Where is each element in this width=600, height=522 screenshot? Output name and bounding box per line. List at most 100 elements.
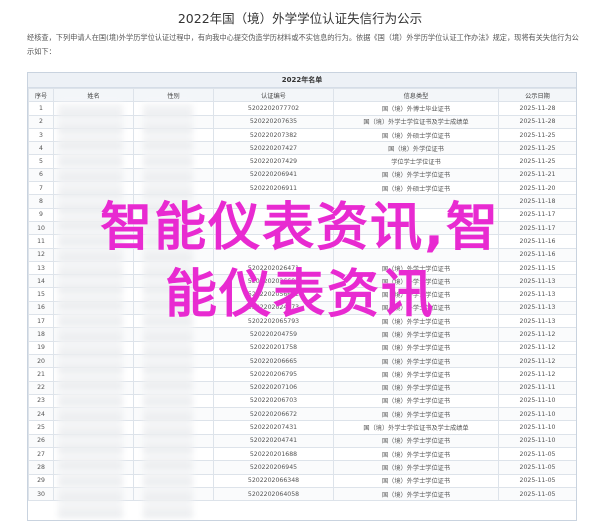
cell-cert-number: 520220206941 (213, 167, 334, 183)
cell-name (53, 367, 134, 382)
table-row: 22 520220207106 国（境）外学士学位证书 2025-11-11 (28, 380, 576, 395)
cell-name (53, 114, 134, 129)
cell-gender (133, 420, 214, 435)
cell-name (53, 101, 134, 116)
cell-index: 6 (28, 167, 54, 183)
cell-cert-number: 520220207635 (213, 114, 334, 129)
cell-notice-date: 2025-11-12 (498, 367, 576, 382)
cell-index: 3 (28, 127, 54, 143)
cell-info-type: 国（境）外学士学位证书及学士成绩单 (333, 420, 499, 435)
header-notice-date: 公示日期 (498, 87, 576, 103)
cell-index: 18 (28, 327, 54, 342)
cell-name (53, 327, 134, 342)
cell-notice-date: 2025-11-25 (498, 141, 576, 156)
cell-index: 30 (28, 486, 54, 502)
cell-cert-number: 520220206911 (213, 181, 334, 196)
watermark-line-2: 能仪表资讯 (164, 265, 435, 325)
cell-index: 23 (28, 393, 54, 409)
cell-gender (133, 101, 214, 116)
cell-index: 7 (28, 181, 54, 196)
page-title: 2022年国（境）外学学位认证失信行为公示 (177, 11, 423, 26)
cell-cert-number: 5202202077702 (213, 101, 334, 116)
table-row: 29 5202202066348 国（境）外学士学位证书 2025-11-05 (28, 473, 576, 488)
cell-cert-number: 520220206703 (213, 393, 334, 409)
cell-notice-date: 2025-11-20 (498, 181, 576, 196)
table-row: 7 520220206911 国（境）外硕士学位证书 2025-11-20 (28, 181, 576, 196)
intro-paragraph: 经核查，下列申请人在国(境)外学历学位认证过程中，有向我中心提交伪造学历材料或不… (27, 33, 579, 56)
cell-gender (133, 353, 214, 369)
cell-info-type: 国（境）外学士学位证书 (333, 167, 499, 183)
table-row: 26 520220204741 国（境）外学士学位证书 2025-11-10 (28, 433, 576, 449)
cell-info-type: 国（境）外学士学位证书 (333, 486, 499, 502)
table-row: 2 520220207635 国（境）外学士学位证书及学士成绩单 2025-11-28 (28, 114, 576, 129)
cell-notice-date: 2025-11-12 (498, 353, 576, 369)
cell-info-type: 国（境）外学士学位证书及学士成绩单 (333, 114, 499, 129)
cell-info-type: 国（境）外硕士学位证书 (333, 181, 499, 196)
cell-info-type: 国（境）外学士学位证书 (333, 433, 499, 449)
cell-gender (133, 141, 214, 156)
cell-index: 24 (28, 407, 54, 422)
cell-info-type: 国（境）外学士学位证书 (333, 407, 499, 422)
cell-name (53, 353, 134, 369)
header-gender: 性别 (133, 87, 214, 103)
cell-index: 2 (28, 114, 54, 129)
cell-cert-number: 520220207431 (213, 420, 334, 435)
cell-notice-date: 2025-11-28 (498, 101, 576, 116)
cell-cert-number: 5202202066348 (213, 473, 334, 488)
cell-notice-date: 2025-11-12 (498, 340, 576, 355)
header-name: 姓名 (53, 87, 134, 103)
table-row: 20 520220206665 国（境）外学士学位证书 2025-11-12 (28, 353, 576, 369)
header-info-type: 信息类型 (333, 87, 499, 103)
cell-gender (133, 447, 214, 462)
cell-name (53, 393, 134, 409)
cell-notice-date: 2025-11-10 (498, 407, 576, 422)
cell-gender (133, 393, 214, 409)
watermark-line-1: 智能仪表资讯,智 (100, 198, 500, 258)
cell-info-type: 国（境）外学士学位证书 (333, 380, 499, 395)
table-title: 2022年名单 (28, 73, 576, 88)
cell-name (53, 447, 134, 462)
cell-notice-date: 2025-11-05 (498, 447, 576, 462)
cell-info-type: 国（境）外学士学位证书 (333, 353, 499, 369)
cell-gender (133, 114, 214, 129)
cell-info-type: 国（境）外学士学位证书 (333, 367, 499, 382)
cell-info-type: 国（境）外学士学位证书 (333, 447, 499, 462)
cell-info-type: 国（境）外学士学位证书 (333, 460, 499, 475)
cell-gender (133, 473, 214, 488)
cell-gender (133, 167, 214, 183)
cell-cert-number: 520220206945 (213, 460, 334, 475)
cell-name (53, 127, 134, 143)
cell-gender (133, 433, 214, 449)
cell-gender (133, 340, 214, 355)
table-row: 1 5202202077702 国（境）外博士毕业证书 2025-11-28 (28, 101, 576, 116)
cell-cert-number: 520220204759 (213, 327, 334, 342)
cell-notice-date: 2025-11-10 (498, 433, 576, 449)
header-cert-number: 认证编号 (213, 87, 334, 103)
cell-cert-number: 520220206665 (213, 353, 334, 369)
table-header-row: 序号 姓名 性别 认证编号 信息类型 公示日期 (28, 87, 576, 103)
cell-index: 4 (28, 141, 54, 156)
cell-notice-date: 2025-11-05 (498, 473, 576, 488)
cell-notice-date: 2025-11-05 (498, 460, 576, 475)
cell-info-type: 国（境）外学士学位证书 (333, 340, 499, 355)
cell-notice-date: 2025-11-05 (498, 486, 576, 502)
cell-cert-number: 520220207106 (213, 380, 334, 395)
cell-cert-number: 520220207382 (213, 127, 334, 143)
cell-name (53, 460, 134, 475)
cell-info-type: 国（境）外学士学位证书 (333, 327, 499, 342)
cell-gender (133, 407, 214, 422)
cell-gender (133, 181, 214, 196)
table-row: 19 520220201758 国（境）外学士学位证书 2025-11-12 (28, 340, 576, 355)
cell-info-type: 国（境）外博士毕业证书 (333, 101, 499, 116)
cell-name (53, 433, 134, 449)
cell-notice-date: 2025-11-11 (498, 380, 576, 395)
cell-cert-number: 520220201758 (213, 340, 334, 355)
cell-index: 19 (28, 340, 54, 355)
table-row: 24 520220206672 国（境）外学士学位证书 2025-11-10 (28, 407, 576, 422)
cell-index: 20 (28, 353, 54, 369)
table-row: 28 520220206945 国（境）外学士学位证书 2025-11-05 (28, 460, 576, 475)
table-row: 25 520220207431 国（境）外学士学位证书及学士成绩单 2025-11-1… (28, 420, 576, 435)
cell-name (53, 167, 134, 183)
table-row: 3 520220207382 国（境）外硕士学位证书 2025-11-25 (28, 127, 576, 143)
cell-index: 21 (28, 367, 54, 382)
